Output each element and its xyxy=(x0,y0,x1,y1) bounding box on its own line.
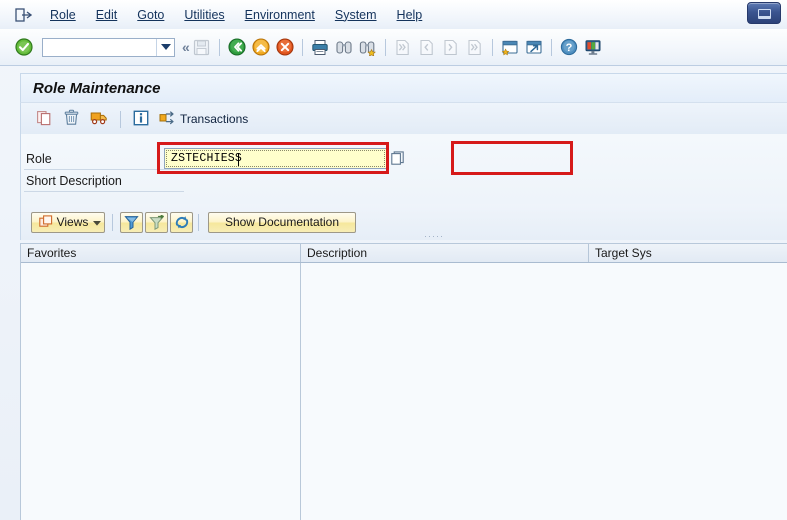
info-button[interactable] xyxy=(130,108,152,130)
find-next-icon[interactable] xyxy=(357,36,379,58)
print-icon[interactable] xyxy=(309,36,331,58)
table-header-row: Favorites Description Target Sys xyxy=(21,244,787,263)
transport-button[interactable] xyxy=(87,108,111,130)
column-header-target-sys[interactable]: Target Sys xyxy=(589,244,787,262)
sap-gui-window: Role Edit Goto Utilities Environment Sys… xyxy=(0,0,787,520)
menu-item-edit[interactable]: Edit xyxy=(86,6,128,24)
info-icon xyxy=(133,110,149,129)
last-page-icon xyxy=(464,36,486,58)
sap-launch-icon[interactable] xyxy=(14,7,32,23)
favorites-table: Favorites Description Target Sys xyxy=(20,243,787,520)
menu-item-system-label: System xyxy=(334,7,377,22)
views-icon xyxy=(38,215,54,229)
role-input[interactable] xyxy=(169,150,379,167)
create-shortcut-icon[interactable] xyxy=(523,36,545,58)
command-field[interactable] xyxy=(42,37,175,57)
application-toolbar: Transactions xyxy=(20,102,787,136)
minimize-icon xyxy=(757,9,771,19)
menu-item-role[interactable]: Role xyxy=(40,6,86,24)
customize-layout-icon[interactable] xyxy=(582,36,604,58)
menu-item-goto[interactable]: Goto xyxy=(127,6,174,24)
page-title: Role Maintenance xyxy=(33,80,161,97)
form-divider-2 xyxy=(24,191,184,192)
menu-item-environment[interactable]: Environment xyxy=(235,6,325,24)
first-page-icon xyxy=(392,36,414,58)
menu-item-environment-label: Environment xyxy=(244,7,315,22)
exit-icon[interactable] xyxy=(250,36,272,58)
next-page-icon xyxy=(440,36,462,58)
system-toolbar: « ? xyxy=(0,29,787,66)
chevron-down-icon xyxy=(93,215,102,229)
save-icon xyxy=(191,36,213,58)
column-header-description[interactable]: Description xyxy=(301,244,589,262)
role-form: Role Short Description ZSTECHIESS xyxy=(20,134,787,301)
delete-trash-icon xyxy=(63,109,80,129)
enter-check-icon[interactable] xyxy=(13,36,35,58)
menu-bar: Role Edit Goto Utilities Environment Sys… xyxy=(0,0,787,30)
back-icon[interactable] xyxy=(226,36,248,58)
transactions-label: Transactions xyxy=(180,112,249,126)
menu-item-goto-label: Goto xyxy=(137,7,165,22)
command-input[interactable] xyxy=(43,38,156,56)
menu-item-help-label: Help xyxy=(396,7,423,22)
role-label: Role xyxy=(26,152,52,166)
menu-item-utilities[interactable]: Utilities xyxy=(174,6,234,24)
splitter-handle[interactable]: ····· xyxy=(424,232,444,241)
transactions-button[interactable]: Transactions xyxy=(156,108,251,130)
views-toolbar: Views Show Documentation xyxy=(20,204,787,240)
help-icon[interactable]: ? xyxy=(558,36,580,58)
views-button[interactable]: Views xyxy=(31,211,105,233)
copy-icon xyxy=(36,109,53,129)
menu-item-help[interactable]: Help xyxy=(387,6,433,24)
form-divider-1 xyxy=(24,169,184,170)
views-label: Views xyxy=(56,215,89,229)
table-body xyxy=(21,263,787,520)
transport-truck-icon xyxy=(90,109,108,129)
previous-page-icon xyxy=(416,36,438,58)
copy-button[interactable] xyxy=(33,108,56,130)
transactions-icon xyxy=(159,110,176,129)
menu-item-role-label: Role xyxy=(50,7,76,22)
filter-button[interactable] xyxy=(120,211,143,233)
menu-item-edit-label: Edit xyxy=(95,7,118,22)
show-documentation-label: Show Documentation xyxy=(224,215,340,229)
create-session-icon[interactable] xyxy=(499,36,521,58)
role-input-container[interactable] xyxy=(164,148,387,169)
short-description-label: Short Description xyxy=(26,174,122,188)
column-divider-1 xyxy=(300,263,301,520)
show-documentation-button[interactable]: Show Documentation xyxy=(208,211,356,233)
refresh-button[interactable] xyxy=(170,211,193,233)
minimize-button[interactable] xyxy=(747,2,781,24)
svg-text:?: ? xyxy=(565,42,572,54)
text-caret xyxy=(238,153,239,166)
multiple-selection-button[interactable] xyxy=(389,148,407,168)
menu-item-system[interactable]: System xyxy=(325,6,387,24)
cancel-icon[interactable] xyxy=(274,36,296,58)
delete-filter-button[interactable] xyxy=(145,211,168,233)
menu-item-utilities-label: Utilities xyxy=(184,7,225,22)
title-strip: Role Maintenance xyxy=(20,73,787,103)
collapse-double-chevron-icon[interactable]: « xyxy=(182,39,190,55)
find-icon[interactable] xyxy=(333,36,355,58)
delete-button[interactable] xyxy=(60,108,83,130)
column-header-favorites[interactable]: Favorites xyxy=(21,244,301,262)
command-dropdown-arrow[interactable] xyxy=(156,38,174,56)
